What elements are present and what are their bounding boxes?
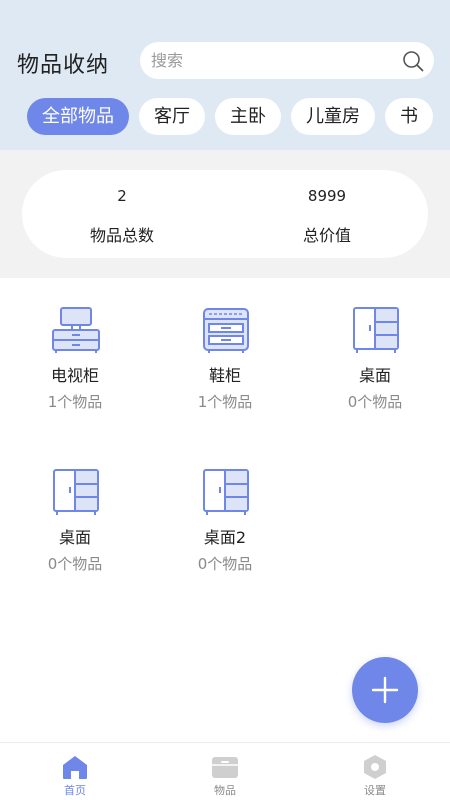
search-icon[interactable] [402,50,424,72]
stat-label: 总价值 [302,226,351,245]
stat-value: 8999 [307,187,347,205]
container-count: 0个物品 [197,555,253,573]
stat-label: 物品总数 [89,226,154,245]
nav-home[interactable]: 首页 [0,743,150,800]
tab-kids-room[interactable]: 儿童房 [291,98,375,135]
category-tabs: 全部物品 客厅 主卧 儿童房书 [27,98,435,135]
shoe-cabinet-icon [203,308,249,353]
tab-all-items[interactable]: 全部物品 [27,98,129,135]
container-name: 电视柜 [50,366,99,385]
container-count: 1个物品 [47,393,103,411]
wardrobe-icon [53,469,99,515]
container-count: 0个物品 [347,393,403,411]
container-name: 鞋柜 [208,366,241,385]
tab-master-bedroom[interactable]: 主卧 [215,98,281,135]
bottom-nav: 首页 物品 设置 [0,742,450,800]
container-item[interactable]: 桌面 0个物品 [300,300,450,440]
stat-value: 2 [117,187,127,205]
home-icon [63,756,87,779]
wardrobe-icon [203,469,249,515]
nav-items[interactable]: 物品 [150,743,300,800]
tab-study[interactable]: 书 [385,98,433,135]
nav-settings[interactable]: 设置 [300,743,450,800]
container-name: 桌面2 [203,528,247,547]
wardrobe-icon [353,307,399,353]
search-input[interactable] [151,42,391,79]
nav-label: 物品 [214,784,236,797]
search-bar[interactable] [140,42,434,79]
container-name: 桌面 [58,528,91,547]
container-item[interactable]: 鞋柜 1个物品 [150,300,300,440]
tv-cabinet-icon [52,307,100,353]
nav-label: 首页 [64,784,86,797]
settings-icon [364,755,386,779]
container-item[interactable]: 桌面2 0个物品 [150,462,300,602]
container-count: 0个物品 [47,555,103,573]
header: 物品收纳 全部物品客厅主卧儿童房书 [0,0,450,150]
container-item[interactable]: 桌面 0个物品 [0,462,150,602]
add-button[interactable] [352,657,418,723]
tab-living-room[interactable]: 客厅 [139,98,205,135]
container-name: 桌面 [358,366,391,385]
box-icon [212,757,238,778]
page-title: 物品收纳 [17,53,110,78]
stats-card: 2 物品总数 8999 总价值 [22,170,428,258]
container-item[interactable]: 电视柜 1个物品 [0,300,150,440]
plus-icon [371,676,399,704]
nav-label: 设置 [364,784,386,797]
container-count: 1个物品 [197,393,253,411]
